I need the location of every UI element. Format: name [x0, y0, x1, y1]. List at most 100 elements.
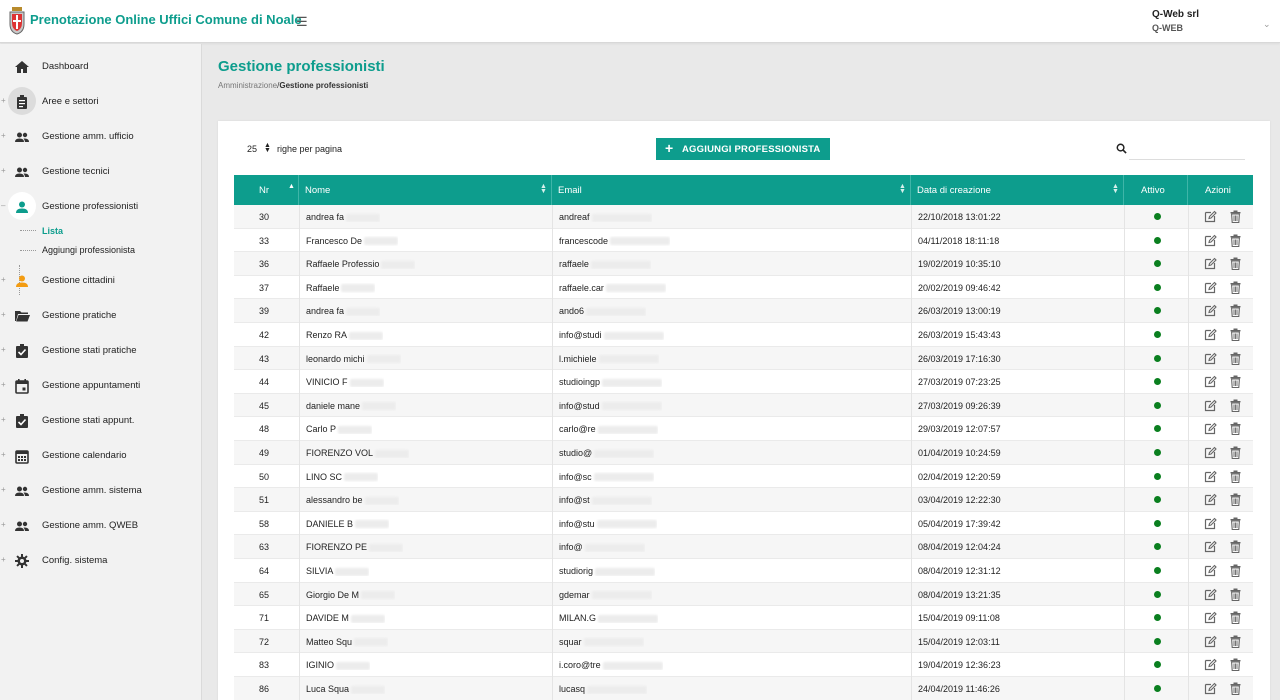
expand-plus-icon[interactable]: + [1, 131, 6, 140]
edit-icon[interactable] [1204, 375, 1217, 388]
expand-plus-icon[interactable]: + [1, 415, 6, 424]
rows-per-page-select[interactable]: 25 ▲ ▼ [242, 140, 272, 158]
sidebar-item-amm-ufficio[interactable]: + Gestione amm. ufficio [0, 122, 202, 152]
edit-icon[interactable] [1204, 470, 1217, 483]
trash-icon[interactable] [1230, 517, 1241, 530]
cell-nome: DAVIDE M [306, 613, 385, 623]
trash-icon[interactable] [1230, 470, 1241, 483]
trash-icon[interactable] [1230, 210, 1241, 224]
user-menu[interactable]: Q-Web srl Q-WEB [1152, 9, 1199, 33]
edit-icon[interactable] [1204, 540, 1217, 553]
trash-icon[interactable] [1230, 328, 1241, 342]
sidebar-item-amm-qweb[interactable]: + Gestione amm. QWEB [0, 511, 202, 541]
edit-icon[interactable] [1204, 234, 1217, 247]
hamburger-menu-icon[interactable]: ☰ [296, 14, 308, 30]
sidebar-subitem-aggiungi[interactable]: Aggiungi professionista [42, 245, 135, 255]
trash-icon[interactable] [1230, 375, 1241, 389]
column-header-data[interactable]: Data di creazione ▲ ▼ [911, 175, 1124, 205]
edit-icon[interactable] [1204, 588, 1217, 601]
cell-nr: 37 [259, 282, 270, 293]
trash-icon[interactable] [1230, 611, 1241, 625]
add-professional-button[interactable]: + AGGIUNGI PROFESSIONISTA [656, 138, 830, 160]
edit-icon[interactable] [1204, 210, 1217, 223]
table-row: 71 DAVIDE M MILAN.G 15/04/2019 09:11:08 [234, 606, 1253, 630]
column-header-nome[interactable]: Nome ▲ ▼ [299, 175, 552, 205]
cell-divider [552, 535, 553, 559]
edit-icon[interactable] [1204, 399, 1217, 412]
trash-icon[interactable] [1230, 682, 1241, 696]
expand-plus-icon[interactable]: + [1, 485, 6, 494]
sidebar-item-professionisti[interactable]: – Gestione professionisti [0, 192, 202, 222]
expand-plus-icon[interactable]: + [1, 345, 6, 354]
sort-updown-icon: ▲ ▼ [540, 183, 547, 195]
chevron-down-icon[interactable]: ⌄ [1263, 19, 1271, 30]
cell-divider [552, 252, 553, 276]
edit-icon[interactable] [1204, 635, 1217, 648]
expand-plus-icon[interactable]: + [1, 310, 6, 319]
cell-email-text: studiorig [559, 566, 594, 576]
edit-icon[interactable] [1204, 611, 1217, 624]
expand-plus-icon[interactable]: + [1, 380, 6, 389]
collapse-minus-icon[interactable]: – [1, 201, 5, 210]
edit-icon[interactable] [1204, 257, 1217, 270]
expand-plus-icon[interactable]: + [1, 275, 6, 284]
sidebar-item-calendario[interactable]: + Gestione calendario [0, 441, 202, 471]
column-header-nr[interactable]: Nr ▲ [234, 175, 299, 205]
expand-plus-icon[interactable]: + [1, 450, 6, 459]
cell-email-text: studioingp [559, 377, 601, 388]
edit-icon[interactable] [1204, 352, 1217, 365]
sidebar-item-pratiche[interactable]: + Gestione pratiche [0, 301, 202, 331]
active-status-dot [1154, 637, 1161, 645]
trash-icon[interactable] [1230, 304, 1241, 318]
trash-icon[interactable] [1230, 540, 1241, 554]
trash-icon[interactable] [1230, 493, 1241, 507]
edit-icon[interactable] [1204, 328, 1217, 341]
sidebar-item-dashboard[interactable]: Dashboard [0, 52, 202, 82]
sidebar-item-cittadini[interactable]: + Gestione cittadini [0, 266, 202, 296]
trash-icon[interactable] [1230, 658, 1241, 672]
sort-asc-icon: ▲ [288, 183, 295, 190]
breadcrumb-root[interactable]: Amministrazione [218, 81, 277, 90]
assignment-check-icon [14, 343, 30, 359]
trash-icon[interactable] [1230, 588, 1241, 601]
sidebar-item-amm-sistema[interactable]: + Gestione amm. sistema [0, 476, 202, 506]
trash-icon[interactable] [1230, 635, 1241, 648]
trash-icon[interactable] [1230, 234, 1241, 247]
cell-divider [552, 346, 553, 371]
expand-plus-icon[interactable]: + [1, 166, 6, 175]
search-input[interactable] [1129, 140, 1245, 160]
cell-data: 15/04/2019 09:11:08 [918, 613, 1000, 624]
sidebar-item-label: Gestione cittadini [42, 275, 115, 286]
trash-icon[interactable] [1230, 281, 1241, 294]
edit-icon[interactable] [1204, 564, 1217, 577]
sidebar-item-stati-pratiche[interactable]: + Gestione stati pratiche [0, 336, 202, 366]
sidebar-item-tecnici[interactable]: + Gestione tecnici [0, 157, 202, 187]
edit-icon[interactable] [1204, 517, 1217, 530]
edit-icon[interactable] [1204, 281, 1217, 294]
edit-icon[interactable] [1204, 446, 1217, 459]
column-header-email[interactable]: Email ▲ ▼ [552, 175, 911, 205]
sidebar-subitem-lista[interactable]: Lista [42, 226, 63, 236]
sidebar-item-aree-settori[interactable]: + Aree e settori [0, 87, 202, 117]
edit-icon[interactable] [1204, 304, 1217, 317]
expand-plus-icon[interactable]: + [1, 555, 6, 564]
column-header-attivo: Attivo [1124, 175, 1188, 205]
expand-plus-icon[interactable]: + [1, 96, 6, 105]
sidebar-item-config[interactable]: + Config. sistema [0, 546, 202, 576]
sidebar-item-stati-appunt[interactable]: + Gestione stati appunt. [0, 406, 202, 436]
trash-icon[interactable] [1230, 422, 1241, 436]
cell-divider [299, 653, 300, 677]
trash-icon[interactable] [1230, 352, 1241, 365]
edit-icon[interactable] [1204, 422, 1217, 435]
edit-icon[interactable] [1204, 658, 1217, 671]
sidebar-item-appuntamenti[interactable]: + Gestione appuntamenti [0, 371, 202, 401]
expand-plus-icon[interactable]: + [1, 520, 6, 529]
edit-icon[interactable] [1204, 493, 1217, 506]
trash-icon[interactable] [1230, 446, 1241, 460]
trash-icon[interactable] [1230, 399, 1241, 412]
edit-icon[interactable] [1204, 682, 1217, 695]
trash-icon[interactable] [1230, 564, 1241, 578]
column-header-azioni: Azioni [1188, 175, 1253, 205]
trash-icon[interactable] [1230, 257, 1241, 271]
redacted-blur [595, 567, 656, 576]
